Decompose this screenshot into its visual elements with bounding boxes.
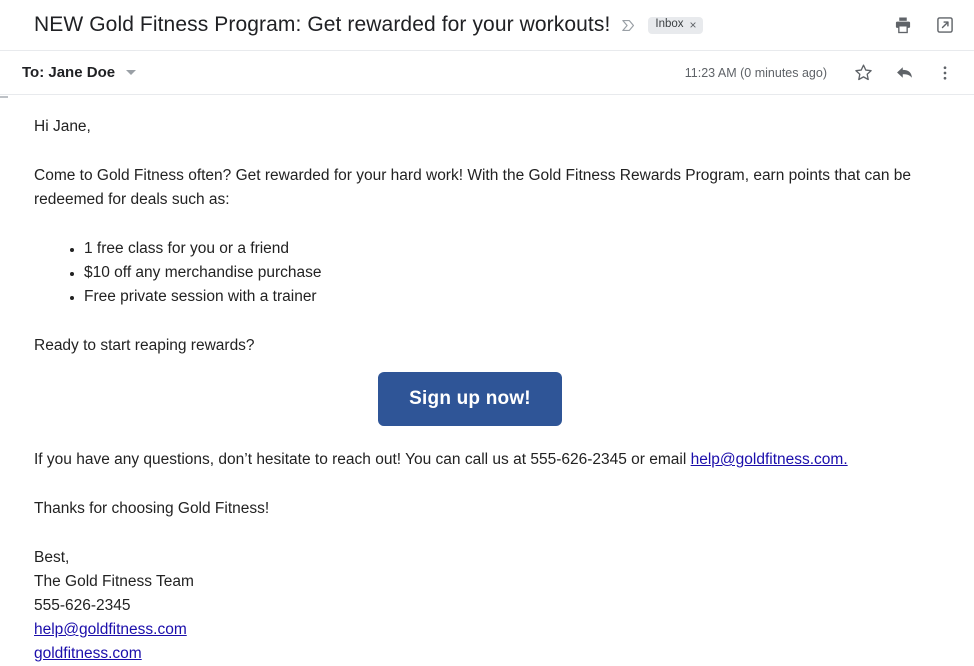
signature-phone: 555-626-2345	[34, 597, 131, 614]
label-chip-text: Inbox	[655, 17, 684, 30]
message-actions: 11:23 AM (0 minutes ago)	[685, 62, 956, 84]
message-timestamp: 11:23 AM (0 minutes ago)	[684, 65, 827, 80]
message-body: Hi Jane, Come to Gold Fitness often? Get…	[0, 95, 974, 666]
subject-bar: NEW Gold Fitness Program: Get rewarded f…	[0, 0, 974, 51]
prompt-text: Ready to start reaping rewards?	[34, 337, 255, 354]
recipient-label: To: Jane Doe	[22, 64, 116, 81]
star-icon[interactable]	[852, 62, 874, 84]
open-in-new-window-icon[interactable]	[934, 14, 956, 36]
list-item: $10 off any merchandise purchase	[70, 261, 956, 285]
contact-text: If you have any questions, don’t hesitat…	[34, 451, 691, 468]
page-title: NEW Gold Fitness Program: Get rewarded f…	[34, 13, 611, 36]
important-chevron-icon[interactable]	[620, 17, 637, 34]
email-link-inline[interactable]: help@goldfitness.com.	[691, 451, 848, 468]
cta-row: Sign up now!	[34, 372, 956, 426]
intro-paragraph: Come to Gold Fitness often? Get rewarded…	[34, 167, 912, 208]
reply-arrow-icon[interactable]	[893, 62, 915, 84]
label-chip-inbox[interactable]: Inbox ×	[648, 16, 703, 34]
close-icon[interactable]: ×	[690, 19, 697, 31]
signature-team: The Gold Fitness Team	[34, 573, 194, 590]
sign-up-button[interactable]: Sign up now!	[378, 372, 562, 426]
signature-email-link[interactable]: help@goldfitness.com	[34, 621, 187, 638]
signature-website-link[interactable]: goldfitness.com	[34, 645, 142, 662]
signature-block: Best, The Gold Fitness Team 555-626-2345…	[34, 546, 956, 666]
perks-list: 1 free class for you or a friend $10 off…	[34, 237, 956, 309]
print-icon[interactable]	[892, 14, 914, 36]
subject-actions	[892, 14, 956, 36]
chevron-down-icon[interactable]	[126, 70, 137, 75]
more-options-icon[interactable]	[934, 62, 956, 84]
list-item: 1 free class for you or a friend	[70, 237, 956, 261]
scroll-tick	[0, 96, 8, 98]
greeting-text: Hi Jane,	[34, 118, 91, 135]
contact-paragraph: If you have any questions, don’t hesitat…	[34, 448, 956, 472]
list-item: Free private session with a trainer	[70, 285, 956, 309]
recipient-bar: To: Jane Doe 11:23 AM (0 minutes ago)	[0, 51, 974, 98]
signature-closing: Best,	[34, 549, 70, 566]
thanks-text: Thanks for choosing Gold Fitness!	[34, 500, 270, 517]
